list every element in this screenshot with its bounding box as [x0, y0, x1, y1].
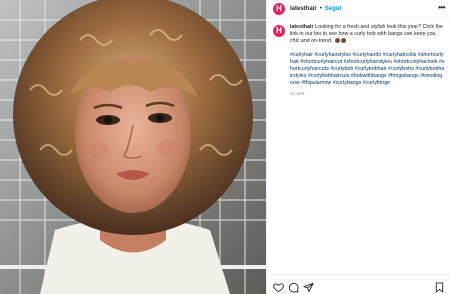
username-link[interactable]: latesthair — [290, 6, 317, 12]
post-image — [0, 0, 266, 294]
hashtags[interactable]: #curlyhair #curlyhairstyles #curlyhairdo… — [290, 52, 445, 88]
post-sidebar: H latesthair • Segui ••• H latesthair Lo… — [266, 0, 450, 294]
post-timestamp: 31 sett — [290, 91, 305, 97]
comment-icon[interactable] — [288, 280, 299, 293]
more-options-icon[interactable]: ••• — [438, 4, 445, 12]
post-caption: H latesthair Looking for a fresh and sty… — [273, 24, 445, 98]
caption-avatar-letter: H — [276, 26, 282, 35]
instagram-post: H latesthair • Segui ••• H latesthair Lo… — [0, 0, 450, 294]
caption-text-block: latesthair Looking for a fresh and styli… — [290, 24, 445, 46]
post-header: H latesthair • Segui ••• — [267, 0, 450, 18]
post-photo[interactable] — [0, 0, 266, 294]
avatar[interactable]: H — [273, 2, 285, 15]
emoji-icon — [334, 38, 340, 44]
bookmark-icon[interactable] — [434, 280, 445, 293]
separator-dot: • — [319, 5, 322, 12]
action-bar — [267, 274, 450, 294]
follow-button[interactable]: Segui — [325, 6, 341, 12]
emoji-icon — [340, 38, 346, 44]
caption-avatar[interactable]: H — [273, 25, 285, 37]
avatar-letter: H — [276, 3, 282, 13]
caption-username[interactable]: latesthair — [290, 24, 314, 30]
share-icon[interactable] — [303, 280, 314, 293]
heart-icon[interactable] — [273, 280, 284, 293]
caption-body: latesthair Looking for a fresh and styli… — [290, 24, 445, 98]
